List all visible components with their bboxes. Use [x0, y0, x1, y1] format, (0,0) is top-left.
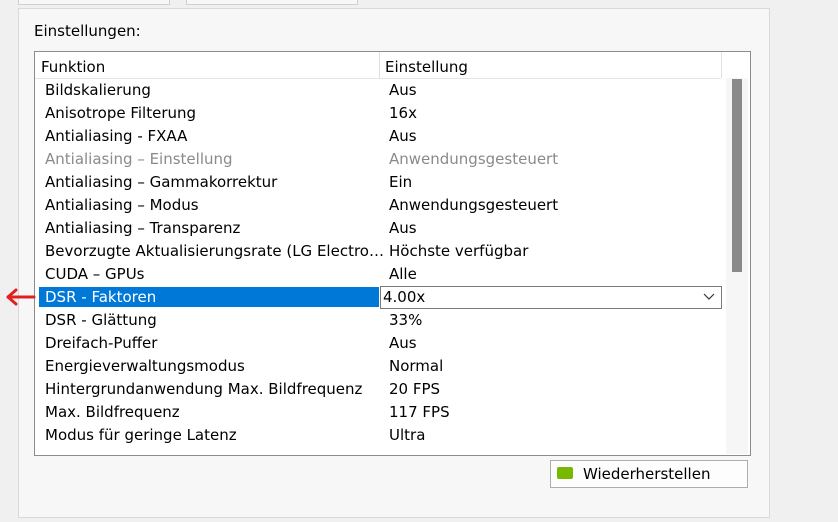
- settings-list[interactable]: Funktion Einstellung Bildskalierung Aus …: [34, 51, 751, 456]
- table-row[interactable]: Dreifach-Puffer Aus: [35, 332, 721, 355]
- rows: Bildskalierung Aus Anisotrope Filterung …: [35, 79, 722, 447]
- column-separator: [379, 52, 380, 78]
- table-row[interactable]: Antialiasing – Modus Anwendungsgesteuert: [35, 194, 721, 217]
- table-row[interactable]: CUDA – GPUs Alle: [35, 263, 721, 286]
- row-function: Bildskalierung: [45, 81, 151, 99]
- row-setting[interactable]: Aus: [389, 79, 417, 102]
- table-row-selected[interactable]: DSR - Faktoren 4.00x: [35, 286, 722, 309]
- restore-button-label: Wiederherstellen: [583, 465, 711, 483]
- row-function: Energieverwaltungsmodus: [45, 357, 245, 375]
- row-setting[interactable]: 16x: [389, 102, 417, 125]
- restore-button[interactable]: Wiederherstellen: [550, 460, 748, 488]
- tab-left[interactable]: [18, 0, 170, 5]
- row-setting[interactable]: 117 FPS: [389, 401, 450, 424]
- row-setting[interactable]: Normal: [389, 355, 443, 378]
- table-row[interactable]: Bildskalierung Aus: [35, 79, 721, 102]
- row-setting[interactable]: Aus: [389, 125, 417, 148]
- row-function: Antialiasing – Transparenz: [45, 219, 241, 237]
- row-function: Hintergrundanwendung Max. Bildfrequenz: [45, 380, 363, 398]
- column-header-setting[interactable]: Einstellung: [385, 58, 468, 76]
- table-row[interactable]: Antialiasing - FXAA Aus: [35, 125, 721, 148]
- row-function: CUDA – GPUs: [45, 265, 145, 283]
- row-setting[interactable]: 20 FPS: [389, 378, 440, 401]
- settings-label: Einstellungen:: [34, 22, 141, 40]
- row-function: Max. Bildfrequenz: [45, 403, 180, 421]
- row-setting[interactable]: Ultra: [389, 424, 425, 447]
- row-function: Modus für geringe Latenz: [45, 426, 237, 444]
- table-row[interactable]: Bevorzugte Aktualisierungsrate (LG Elect…: [35, 240, 721, 263]
- column-separator-end: [721, 52, 722, 78]
- row-setting[interactable]: Höchste verfügbar: [389, 240, 528, 263]
- row-setting[interactable]: Aus: [389, 332, 417, 355]
- nvidia-icon: [557, 467, 573, 479]
- row-function: Anisotrope Filterung: [45, 104, 197, 122]
- row-function: DSR - Glättung: [45, 311, 157, 329]
- top-tabs: [0, 0, 838, 6]
- row-function: Dreifach-Puffer: [45, 334, 158, 352]
- table-row[interactable]: Hintergrundanwendung Max. Bildfrequenz 2…: [35, 378, 721, 401]
- chevron-down-icon[interactable]: [703, 293, 715, 301]
- row-setting: Anwendungsgesteuert: [389, 150, 559, 168]
- row-function: Antialiasing – Modus: [45, 196, 199, 214]
- table-row[interactable]: DSR - Glättung 33%: [35, 309, 721, 332]
- table-row[interactable]: Anisotrope Filterung 16x: [35, 102, 721, 125]
- table-row[interactable]: Max. Bildfrequenz 117 FPS: [35, 401, 721, 424]
- dsr-factors-dropdown[interactable]: 4.00x: [380, 286, 722, 309]
- row-setting[interactable]: Aus: [389, 217, 417, 240]
- dropdown-value: 4.00x: [383, 288, 426, 306]
- row-function: DSR - Faktoren: [45, 288, 157, 306]
- row-function: Antialiasing – Einstellung: [45, 150, 233, 168]
- table-row[interactable]: Antialiasing – Transparenz Aus: [35, 217, 721, 240]
- row-function: Bevorzugte Aktualisierungsrate (LG Elect…: [45, 242, 384, 260]
- row-setting[interactable]: Alle: [389, 263, 417, 286]
- table-row[interactable]: Antialiasing – Gammakorrektur Ein: [35, 171, 721, 194]
- vertical-scrollbar[interactable]: [726, 78, 748, 454]
- list-header: Funktion Einstellung: [35, 52, 722, 79]
- scrollbar-thumb[interactable]: [732, 79, 742, 272]
- red-arrow-icon: [6, 288, 36, 306]
- table-row[interactable]: Modus für geringe Latenz Ultra: [35, 424, 721, 447]
- row-setting[interactable]: Anwendungsgesteuert: [389, 194, 558, 217]
- table-row[interactable]: Energieverwaltungsmodus Normal: [35, 355, 721, 378]
- row-setting[interactable]: Ein: [389, 171, 412, 194]
- tab-program-settings[interactable]: [186, 0, 358, 5]
- row-function: Antialiasing – Gammakorrektur: [45, 173, 278, 191]
- column-header-function[interactable]: Funktion: [41, 58, 105, 76]
- table-row-disabled: Antialiasing – Einstellung Anwendungsges…: [35, 148, 721, 171]
- row-setting[interactable]: 33%: [389, 309, 422, 332]
- row-function: Antialiasing - FXAA: [45, 127, 188, 145]
